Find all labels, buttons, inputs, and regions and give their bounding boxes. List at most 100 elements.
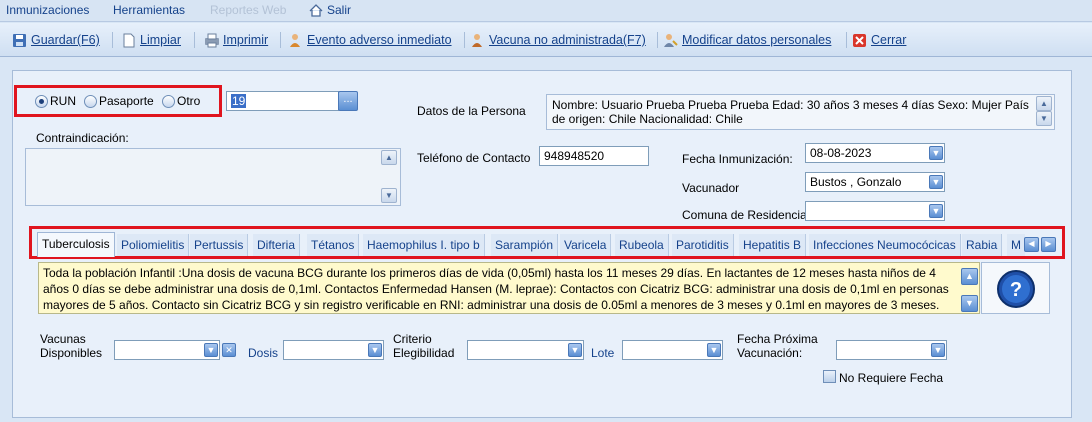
radio-pasaporte[interactable]	[84, 95, 97, 108]
fecha-inmunizacion-label: Fecha Inmunización:	[682, 152, 793, 166]
vacuna-no-administrada-button[interactable]: Vacuna no administrada(F7)	[470, 31, 646, 49]
menu-salir-label: Salir	[327, 3, 352, 17]
imprimir-button[interactable]: Imprimir	[204, 31, 268, 49]
id-input[interactable]: 19	[226, 91, 339, 111]
toolbar-separator	[112, 32, 113, 48]
fecha-proxima-dropdown-icon[interactable]: ▼	[931, 343, 945, 357]
contraindicacion-scroll-down[interactable]: ▼	[381, 188, 397, 203]
person-icon	[472, 33, 482, 47]
lote-dropdown-icon[interactable]: ▼	[707, 343, 721, 357]
tab-tetanos[interactable]: Tétanos	[307, 234, 360, 256]
close-icon	[853, 33, 866, 47]
radio-pasaporte-label: Pasaporte	[99, 94, 154, 108]
tab-infecciones-neumococicas[interactable]: Infecciones Neumocócicas	[809, 234, 961, 256]
dosis-dropdown-icon[interactable]: ▼	[368, 343, 382, 357]
tabs-scroll-right-icon[interactable]: ▶	[1041, 237, 1056, 252]
comuna-label: Comuna de Residencia	[682, 208, 807, 222]
contraindicacion-scroll-up[interactable]: ▲	[381, 150, 397, 165]
person-icon	[290, 33, 300, 47]
dosis-label: Dosis	[248, 346, 279, 360]
imprimir-label: Imprimir	[223, 33, 269, 47]
menu-inmunizaciones[interactable]: Inmunizaciones	[6, 3, 89, 17]
fecha-proxima-label: Fecha Próxima Vacunación:	[737, 332, 818, 360]
telefono-value: 948948520	[544, 149, 605, 163]
contraindicacion-textarea[interactable]	[25, 148, 401, 206]
criterio-elegibilidad-select[interactable]	[467, 340, 584, 360]
id-lookup-button[interactable]: ...	[338, 91, 358, 111]
fecha-inmunizacion-select[interactable]: 08-08-2023	[805, 143, 945, 163]
no-requiere-fecha-checkbox[interactable]	[823, 370, 836, 383]
vacunas-clear-icon[interactable]: ✕	[222, 343, 236, 357]
telefono-input[interactable]: 948948520	[539, 146, 649, 166]
menu-herramientas[interactable]: Herramientas	[113, 3, 185, 17]
new-document-icon	[123, 33, 135, 47]
tab-tuberculosis[interactable]: Tuberculosis	[37, 232, 115, 257]
help-icon: ?	[997, 270, 1035, 308]
help-button[interactable]: ?	[981, 262, 1050, 314]
vaccine-info-box: Toda la población Infantil :Una dosis de…	[38, 262, 980, 314]
tab-haemophilus[interactable]: Haemophilus I. tipo b	[363, 234, 485, 256]
persona-scroll-down-button[interactable]: ▼	[1036, 111, 1052, 126]
tab-difteria[interactable]: Difteria	[253, 234, 301, 256]
edit-person-icon	[664, 33, 678, 47]
tab-m-truncated[interactable]: M	[1007, 234, 1025, 256]
cerrar-label: Cerrar	[871, 33, 907, 47]
info-scroll-up-icon[interactable]: ▲	[961, 268, 978, 285]
tabs-scroll-left-icon[interactable]: ◀	[1024, 237, 1039, 252]
vacunas-dropdown-icon[interactable]: ▼	[204, 343, 218, 357]
modificar-label: Modificar datos personales	[682, 33, 832, 47]
comuna-select[interactable]	[805, 201, 945, 221]
save-icon	[13, 33, 26, 47]
tab-pertussis[interactable]: Pertussis	[190, 234, 249, 256]
tab-parotiditis[interactable]: Parotiditis	[672, 234, 734, 256]
vaccine-info-text: Toda la población Infantil :Una dosis de…	[43, 266, 949, 312]
tab-sarampion[interactable]: Sarampión	[491, 234, 559, 256]
info-scroll-down-icon[interactable]: ▼	[961, 295, 978, 312]
radio-otro[interactable]	[162, 95, 175, 108]
toolbar-separator	[657, 32, 658, 48]
tab-rabia[interactable]: Rabia	[962, 234, 1003, 256]
tab-poliomielitis[interactable]: Poliomielitis	[117, 234, 190, 256]
toolbar-separator	[846, 32, 847, 48]
svg-text:?: ?	[1010, 279, 1022, 301]
no-requiere-fecha-label: No Requiere Fecha	[839, 371, 944, 385]
persona-scroll-up-button[interactable]: ▲	[1036, 96, 1052, 111]
radio-run-label: RUN	[50, 94, 76, 108]
evento-adverso-button[interactable]: Evento adverso inmediato	[288, 31, 452, 49]
tabs-bar: Tuberculosis Poliomielitis Pertussis Dif…	[35, 232, 1065, 257]
vacunador-dropdown-icon[interactable]: ▼	[929, 175, 943, 189]
vacunador-select[interactable]: Bustos , Gonzalo	[805, 172, 945, 192]
radio-run[interactable]	[35, 95, 48, 108]
vacunador-label: Vacunador	[682, 181, 740, 195]
guardar-label: Guardar(F6)	[31, 33, 100, 47]
limpiar-label: Limpiar	[140, 33, 181, 47]
tab-rubeola[interactable]: Rubeola	[615, 234, 669, 256]
persona-info-box: Nombre: Usuario Prueba Prueba Prueba Eda…	[546, 94, 1055, 130]
comuna-dropdown-icon[interactable]: ▼	[929, 204, 943, 218]
fecha-inmunizacion-dropdown-icon[interactable]: ▼	[929, 146, 943, 160]
persona-info-text: Nombre: Usuario Prueba Prueba Prueba Eda…	[552, 98, 1029, 126]
limpiar-button[interactable]: Limpiar	[121, 31, 181, 49]
vacuna-no-adm-label: Vacuna no administrada(F7)	[489, 33, 646, 47]
toolbar-separator	[194, 32, 195, 48]
home-icon	[309, 3, 323, 17]
cerrar-button[interactable]: Cerrar	[852, 31, 906, 49]
menu-reportes-web: Reportes Web	[210, 3, 287, 17]
criterio-dropdown-icon[interactable]: ▼	[568, 343, 582, 357]
menu-salir[interactable]: Salir	[309, 3, 351, 17]
fecha-inmunizacion-value: 08-08-2023	[810, 146, 872, 160]
evento-label: Evento adverso inmediato	[307, 33, 452, 47]
modificar-datos-button[interactable]: Modificar datos personales	[663, 31, 831, 49]
lote-label: Lote	[591, 346, 615, 360]
tab-varicela[interactable]: Varicela	[560, 234, 612, 256]
vacunas-disponibles-label: Vacunas Disponibles	[40, 332, 103, 360]
telefono-label: Teléfono de Contacto	[417, 151, 531, 165]
contraindicacion-label: Contraindicación:	[36, 131, 129, 145]
printer-icon	[205, 33, 219, 47]
criterio-elegibilidad-label: Criterio Elegibilidad	[393, 332, 455, 360]
persona-label: Datos de la Persona	[417, 104, 526, 118]
vacunador-value: Bustos , Gonzalo	[810, 175, 902, 189]
id-input-value: 19	[231, 94, 247, 108]
tab-hepatitis-b[interactable]: Hepatitis B	[739, 234, 807, 256]
guardar-button[interactable]: Guardar(F6)	[12, 31, 100, 49]
